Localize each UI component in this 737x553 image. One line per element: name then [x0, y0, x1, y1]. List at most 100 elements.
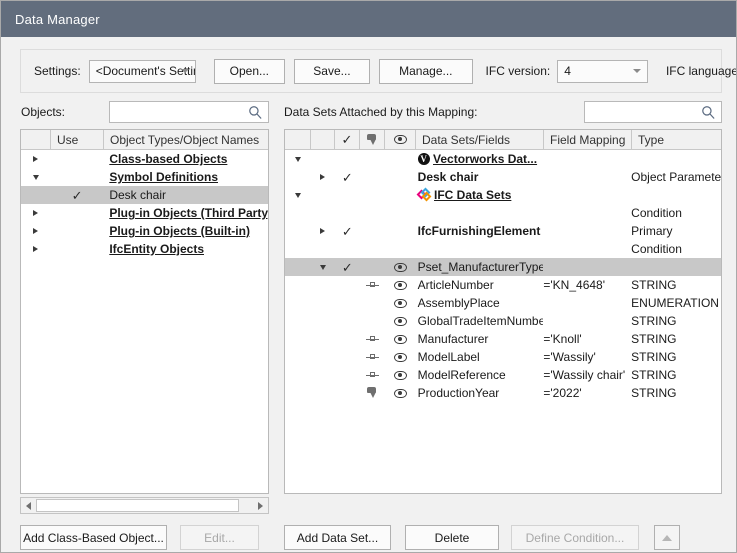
row-name-cell[interactable] [416, 240, 544, 258]
row-enabled-cell[interactable] [335, 186, 360, 204]
row-disclosure-cell[interactable] [21, 168, 51, 186]
objects-horizontal-scrollbar[interactable] [20, 497, 269, 514]
row-enabled-cell[interactable] [335, 312, 360, 330]
row-field-mapping-cell[interactable] [543, 312, 631, 330]
row-field-mapping-cell[interactable] [543, 240, 631, 258]
row-name-cell[interactable]: ModelReference [416, 366, 544, 384]
row-visibility-cell[interactable] [385, 366, 416, 384]
row-enabled-cell[interactable] [335, 204, 360, 222]
datasets-tree-row[interactable]: ModelReference='Wassily chair'STRING [285, 366, 721, 384]
row-mapping-cell[interactable] [360, 168, 385, 186]
column-header-mapping[interactable] [360, 130, 385, 149]
row-name-cell[interactable]: ModelLabel [416, 348, 544, 366]
disclosure-down-icon[interactable] [33, 175, 39, 180]
delete-button[interactable]: Delete [405, 525, 499, 550]
datasets-tree-row[interactable]: V Vectorworks Dat... [285, 150, 721, 168]
datasets-tree-row[interactable]: ✓ Pset_ManufacturerType... [285, 258, 721, 276]
column-header-type[interactable]: Type [632, 130, 721, 149]
disclosure-right-icon[interactable] [33, 246, 38, 252]
row-disclosure-cell-level0[interactable] [285, 186, 311, 204]
row-visibility-cell[interactable] [385, 240, 416, 258]
row-field-mapping-cell[interactable]: ='Knoll' [543, 330, 631, 348]
row-field-mapping-cell[interactable] [543, 186, 631, 204]
row-visibility-cell[interactable] [385, 204, 416, 222]
row-visibility-cell[interactable] [385, 348, 416, 366]
row-disclosure-cell[interactable] [21, 150, 51, 168]
save-button[interactable]: Save... [294, 59, 370, 84]
disclosure-down-icon[interactable] [295, 193, 301, 198]
row-mapping-cell[interactable] [360, 258, 385, 276]
datasets-tree-row[interactable]: ModelLabel='Wassily'STRING [285, 348, 721, 366]
row-use-cell[interactable] [51, 240, 104, 258]
row-field-mapping-cell[interactable]: ='KN_4648' [543, 276, 631, 294]
row-visibility-cell[interactable] [385, 258, 416, 276]
disclosure-right-icon[interactable] [320, 228, 325, 234]
row-disclosure-cell[interactable] [21, 222, 51, 240]
row-disclosure-cell-level1[interactable] [311, 168, 335, 186]
row-enabled-cell[interactable] [335, 294, 360, 312]
row-visibility-cell[interactable] [385, 168, 416, 186]
row-enabled-cell[interactable] [335, 150, 360, 168]
settings-dropdown[interactable]: <Document's Settin [89, 60, 196, 83]
row-field-mapping-cell[interactable] [543, 294, 631, 312]
scroll-left-button[interactable] [21, 498, 36, 513]
column-header-visibility[interactable] [385, 130, 416, 149]
row-enabled-cell[interactable] [335, 348, 360, 366]
row-name-cell[interactable]: Class-based Objects [103, 150, 268, 168]
datasets-tree-row[interactable]: AssemblyPlaceENUMERATION [285, 294, 721, 312]
row-field-mapping-cell[interactable] [543, 258, 631, 276]
row-name-cell[interactable]: AssemblyPlace [416, 294, 544, 312]
row-name-cell[interactable]: Pset_ManufacturerType... [416, 258, 544, 276]
scroll-right-button[interactable] [253, 498, 268, 513]
datasets-tree-row[interactable]: Condition [285, 204, 721, 222]
row-mapping-cell[interactable] [360, 384, 385, 402]
row-name-cell[interactable]: IfcFurnishingElement [416, 222, 544, 240]
row-enabled-cell[interactable]: ✓ [335, 222, 360, 240]
disclosure-right-icon[interactable] [33, 210, 38, 216]
add-class-based-object-button[interactable]: Add Class-Based Object... [20, 525, 167, 550]
row-use-cell[interactable] [51, 150, 104, 168]
row-disclosure-cell-level1[interactable] [311, 258, 335, 276]
datasets-tree-row[interactable]: ✓IfcFurnishingElementPrimary [285, 222, 721, 240]
row-visibility-cell[interactable] [385, 384, 416, 402]
datasets-tree-row[interactable]: Condition [285, 240, 721, 258]
row-visibility-cell[interactable] [385, 312, 416, 330]
objects-tree-row[interactable]: Class-based Objects [21, 150, 268, 168]
datasets-search-field[interactable] [584, 101, 722, 123]
manage-button[interactable]: Manage... [379, 59, 472, 84]
datasets-tree-row[interactable]: GlobalTradeItemNumberSTRING [285, 312, 721, 330]
row-name-cell[interactable] [416, 204, 544, 222]
disclosure-right-icon[interactable] [320, 174, 325, 180]
row-name-cell[interactable]: ArticleNumber [416, 276, 544, 294]
row-enabled-cell[interactable] [335, 366, 360, 384]
datasets-tree[interactable]: ✓ Data Sets/Fields Field Mapping Type V … [284, 129, 722, 494]
row-disclosure-cell-level0[interactable] [285, 150, 311, 168]
scrollbar-thumb[interactable] [36, 499, 239, 512]
row-name-cell[interactable]: IFC Data Sets [416, 186, 544, 204]
row-use-cell[interactable] [51, 204, 104, 222]
row-enabled-cell[interactable] [335, 276, 360, 294]
row-mapping-cell[interactable] [360, 186, 385, 204]
row-mapping-cell[interactable] [360, 348, 385, 366]
row-disclosure-cell[interactable] [21, 240, 51, 258]
row-mapping-cell[interactable] [360, 276, 385, 294]
objects-tree[interactable]: Use Object Types/Object Names Class-base… [20, 129, 269, 494]
row-enabled-cell[interactable]: ✓ [335, 168, 360, 186]
objects-tree-row[interactable]: ✓Desk chair [21, 186, 268, 204]
objects-search-field[interactable] [109, 101, 269, 123]
row-name-cell[interactable]: ProductionYear [416, 384, 544, 402]
row-field-mapping-cell[interactable]: ='2022' [543, 384, 631, 402]
column-header-data-sets-fields[interactable]: Data Sets/Fields [416, 130, 544, 149]
disclosure-down-icon[interactable] [320, 265, 326, 270]
row-use-cell[interactable] [51, 222, 104, 240]
row-mapping-cell[interactable] [360, 330, 385, 348]
row-enabled-cell[interactable]: ✓ [335, 258, 360, 276]
objects-tree-row[interactable]: IfcEntity Objects [21, 240, 268, 258]
objects-tree-row[interactable]: Plug-in Objects (Built-in) [21, 222, 268, 240]
datasets-tree-row[interactable]: Manufacturer='Knoll'STRING [285, 330, 721, 348]
open-button[interactable]: Open... [214, 59, 285, 84]
row-mapping-cell[interactable] [360, 150, 385, 168]
row-field-mapping-cell[interactable] [543, 222, 631, 240]
row-field-mapping-cell[interactable]: ='Wassily chair' [543, 366, 631, 384]
row-mapping-cell[interactable] [360, 240, 385, 258]
